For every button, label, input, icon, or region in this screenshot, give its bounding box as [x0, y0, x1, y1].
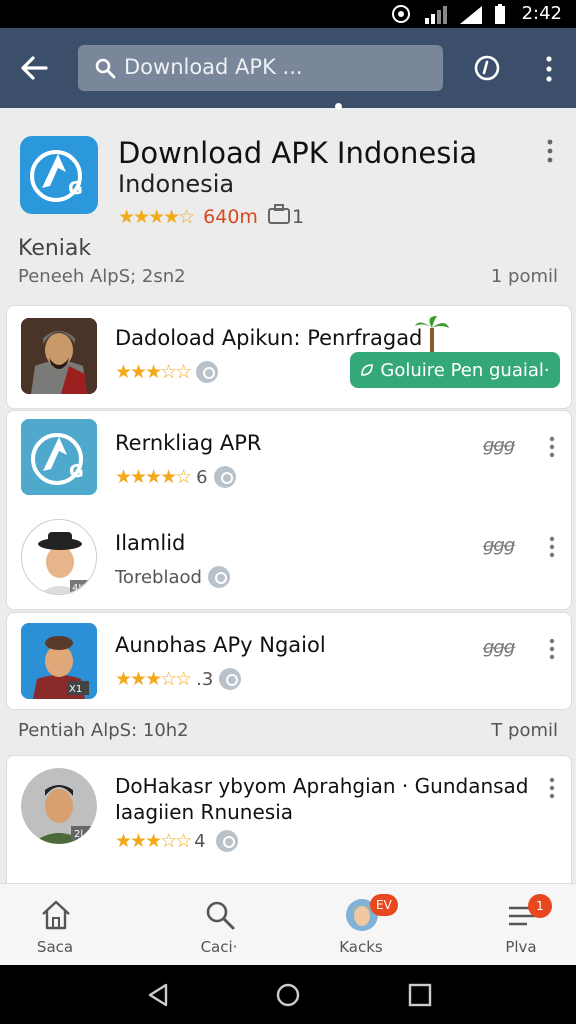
back-triangle-icon[interactable] [146, 983, 170, 1007]
app-stars: ★★★☆☆ [115, 668, 192, 690]
app-name: Aunɒhas APy Ngaiol [115, 633, 326, 657]
system-navigation-bar [0, 965, 576, 1024]
list-item[interactable]: 4K Ilamlid Toreblaod ꞡꞡꞡ [7, 511, 573, 611]
status-time: 2:42 [521, 3, 562, 24]
svg-text:G: G [69, 461, 84, 482]
hero-subtitle: Indonesia [118, 170, 235, 198]
app-name: Rernkliag APR [115, 431, 262, 455]
equalizer-icon: ꞡꞡꞡ [483, 535, 515, 556]
app-meta: ★★★☆☆ 4 [115, 830, 238, 852]
search-icon [95, 58, 116, 79]
nav-label: Caci· [200, 938, 238, 956]
bottom-navigation: Saca Caci· EV Kacks 1 Plva [0, 883, 576, 965]
hero-rating-row: ★★★★☆ 640m 1 [118, 204, 304, 229]
search-bar[interactable]: Download APK ... [78, 45, 443, 91]
overflow-menu-icon[interactable] [540, 54, 558, 84]
hero-app[interactable]: G Download APK Indonesia Indonesia ★★★★☆… [0, 108, 576, 298]
verified-icon [215, 830, 238, 852]
hero-stars: ★★★★☆ [118, 205, 195, 228]
recents-square-icon[interactable] [408, 983, 432, 1007]
nav-label: Saca [36, 938, 74, 956]
featured-card[interactable]: 2l DoHakasr ybyom Aprahgian · Gundansad … [6, 755, 572, 883]
help-icon[interactable] [472, 53, 502, 83]
app-logo-icon: G [20, 136, 98, 214]
item-menu-icon[interactable] [547, 637, 557, 661]
app-stars: ★★★☆☆ [115, 830, 192, 852]
section-subtitle: Peneeh AlpS; 2sn2 [18, 266, 186, 287]
app-card: Dadoload Apikun: Penrfragad ★★★☆☆ Goluir… [6, 305, 572, 409]
app-icon: G [21, 419, 97, 495]
app-meta-text: 6 [196, 466, 208, 488]
app-name: Dadoload Apikun: Penrfragad [115, 326, 423, 350]
item-menu-icon[interactable] [547, 776, 557, 800]
item-menu-icon[interactable] [547, 435, 557, 459]
app-meta-text: .3 [196, 668, 214, 690]
nav-search[interactable]: Caci· [164, 884, 274, 966]
battery-icon [495, 4, 505, 24]
home-circle-icon[interactable] [276, 983, 300, 1007]
briefcase-icon [267, 204, 290, 229]
nav-profile[interactable]: EV Kacks [306, 884, 416, 966]
featured-subtitle: Iaagiien Rnunesia [115, 800, 294, 824]
equalizer-icon: ꞡꞡꞡ [483, 637, 515, 658]
notification-badge: 1 [528, 894, 552, 918]
wifi-signal-icon [460, 6, 482, 24]
featured-title: DoHakasr ybyom Aprahgian · Gundansad [115, 774, 529, 798]
section-right-label[interactable]: 1 pomil [491, 266, 558, 287]
app-icon: X1 [21, 623, 97, 699]
search-placeholder: Download APK ... [124, 55, 303, 79]
hero-size: 1 [291, 205, 305, 228]
app-icon: 2l [21, 768, 97, 844]
app-meta-text: Toreblaod [115, 566, 202, 588]
hotspot-icon [392, 5, 410, 23]
back-arrow-icon[interactable] [18, 52, 50, 84]
item-menu-icon[interactable] [547, 535, 557, 559]
app-card: X1 Aunɒhas APy Ngaiol ★★★☆☆ .3 ꞡꞡꞡ [6, 612, 572, 710]
svg-text:G: G [68, 178, 83, 199]
hero-title: Download APK Indonesia [118, 136, 478, 170]
install-button[interactable]: Goluire Pen guaial· [350, 352, 560, 388]
hero-menu-icon[interactable] [545, 138, 555, 164]
verified-icon [207, 566, 230, 588]
verified-icon [219, 668, 242, 690]
list-item[interactable]: G Rernkliag APR ★★★★☆ 6 ꞡꞡꞡ [7, 411, 573, 511]
signal-icon [425, 6, 447, 24]
equalizer-icon: ꞡꞡꞡ [483, 435, 515, 456]
top-app-bar: Download APK ... [0, 28, 576, 108]
app-meta: ★★★★☆ 6 [115, 466, 236, 488]
svg-text:4K: 4K [72, 583, 85, 594]
install-button-label: Goluire Pen guaial· [380, 359, 550, 381]
nav-label: Plva [505, 938, 537, 956]
app-card: G Rernkliag APR ★★★★☆ 6 ꞡꞡꞡ 4K Ilamlid T… [6, 410, 572, 610]
app-stars: ★★★☆☆ [115, 361, 192, 383]
nav-list[interactable]: 1 Plva [466, 884, 576, 966]
hero-downloads: 640m [203, 205, 258, 228]
svg-text:2l: 2l [74, 829, 83, 840]
app-meta-text: 4 [194, 830, 206, 852]
verified-icon [213, 466, 236, 488]
app-meta: Toreblaod [115, 566, 230, 588]
section-label: Pentiah AlpS: 10h2 [18, 720, 189, 741]
app-icon: 4K [21, 519, 97, 595]
app-name: Ilamlid [115, 531, 186, 555]
svg-text:X1: X1 [69, 684, 82, 695]
list-item[interactable]: X1 Aunɒhas APy Ngaiol ★★★☆☆ .3 ꞡꞡꞡ [7, 613, 573, 713]
list-item[interactable]: Dadoload Apikun: Penrfragad ★★★☆☆ Goluir… [7, 306, 573, 406]
app-meta: ★★★☆☆ [115, 361, 219, 383]
search-icon [206, 901, 235, 930]
section-right-label[interactable]: T pomil [491, 720, 558, 741]
status-bar: 2:42 [0, 0, 576, 28]
home-icon [42, 900, 70, 930]
notification-badge: EV [370, 894, 398, 916]
app-stars: ★★★★☆ [115, 466, 192, 488]
app-meta: ★★★☆☆ .3 [115, 668, 242, 690]
status-icons [390, 4, 506, 24]
verified-icon [196, 361, 219, 383]
nav-home[interactable]: Saca [0, 884, 110, 966]
leaf-icon [361, 364, 374, 376]
nav-label: Kacks [339, 938, 383, 956]
section-label: Keniak [18, 236, 92, 261]
app-icon [21, 318, 97, 394]
